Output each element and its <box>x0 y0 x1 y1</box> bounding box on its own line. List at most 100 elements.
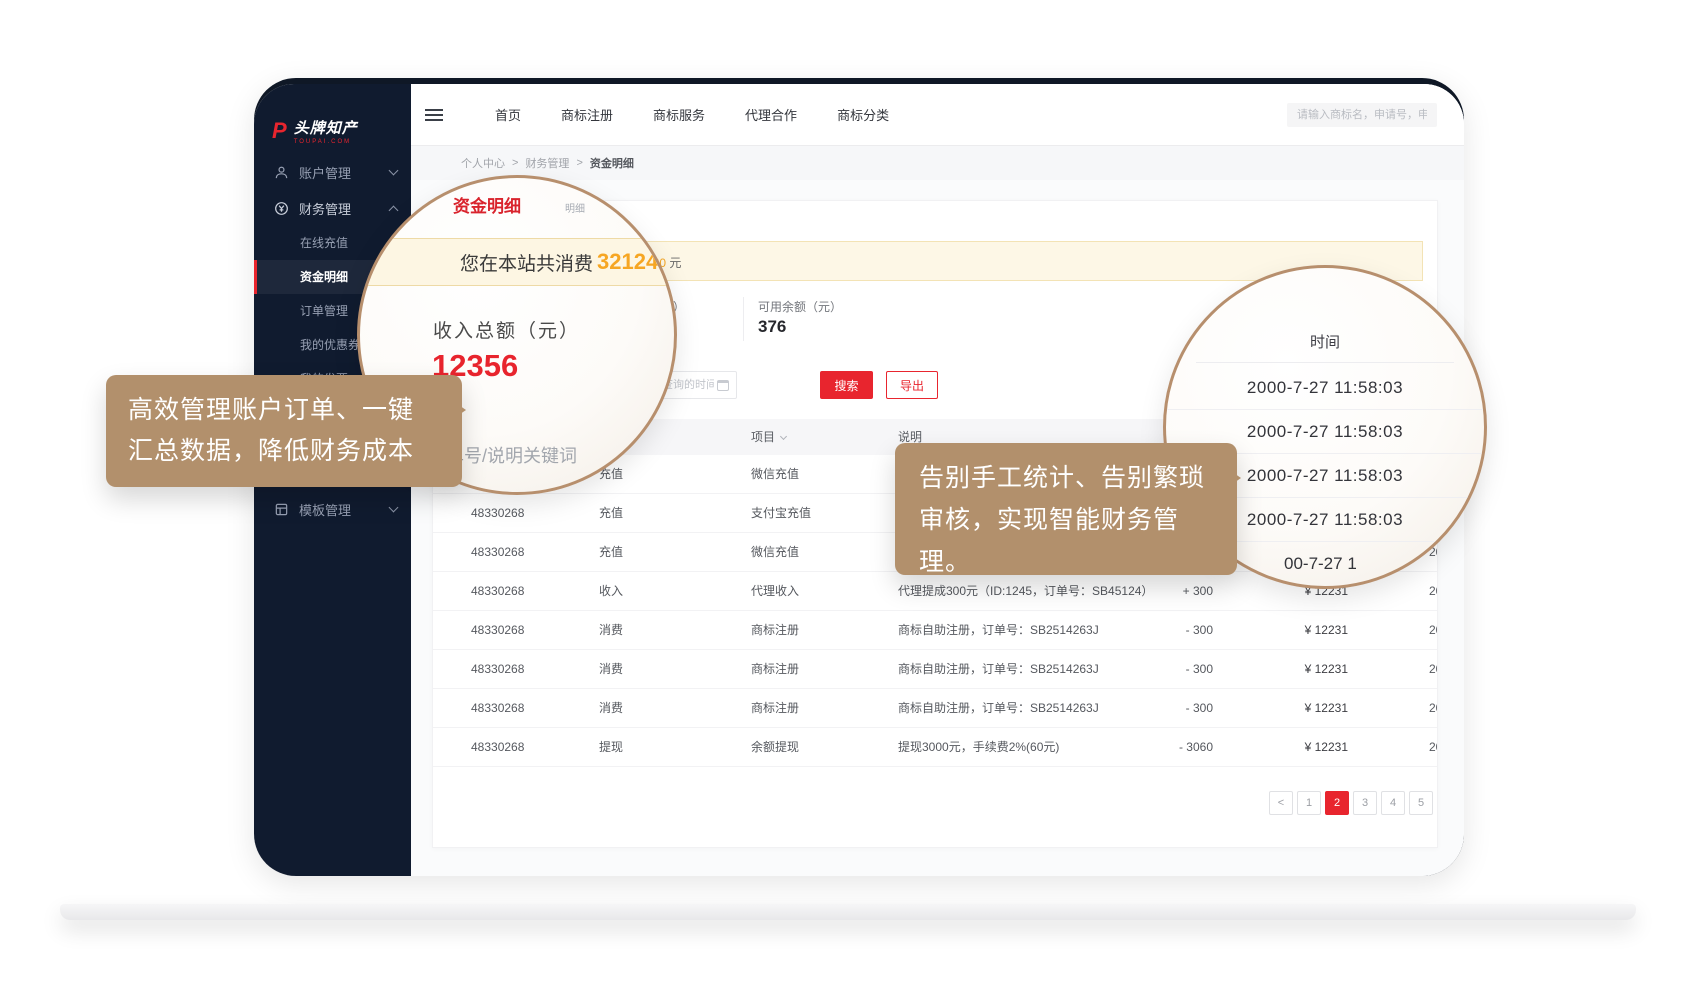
pagination-next-button[interactable]: > <box>1437 791 1438 815</box>
cell-desc: 商标自助注册，订单号：SB2514263J <box>898 611 1099 650</box>
cell-type: 收入 <box>599 572 623 611</box>
cell-time: 2000-7-27 11:58:03 <box>1429 689 1438 728</box>
calendar-icon <box>717 380 729 391</box>
nav-tab-agency[interactable]: 代理合作 <box>745 105 797 124</box>
table-row[interactable]: 48330268 消费 商标注册 商标自助注册，订单号：SB2514263J -… <box>433 689 1437 728</box>
callout-line: 理。 <box>919 541 1213 583</box>
magnified-tab-label: 资金明细 <box>453 192 521 217</box>
cell-type: 充值 <box>599 494 623 533</box>
column-header-project[interactable]: 项目 <box>751 419 786 455</box>
cell-project: 商标注册 <box>751 611 799 650</box>
nav-tab-trademark-category[interactable]: 商标分类 <box>837 105 889 124</box>
user-icon <box>274 165 289 180</box>
export-button[interactable]: 导出 <box>886 371 938 399</box>
table-row[interactable]: 48330268 消费 商标注册 商标自助注册，订单号：SB2514263J -… <box>433 650 1437 689</box>
chevron-down-icon <box>389 503 399 513</box>
cell-balance: ¥ 12231 <box>1258 611 1348 650</box>
pagination-page-3[interactable]: 3 <box>1353 791 1377 815</box>
callout-line: 汇总数据，降低财务成本 <box>128 431 440 472</box>
sidebar-item-account[interactable]: 账户管理 <box>254 154 411 190</box>
magnified-tab-fragment: 明细 <box>565 200 585 215</box>
cell-time: 2000-7-27 11:58:03 <box>1429 572 1438 611</box>
cell-order: 48330268 <box>471 533 524 572</box>
pagination: < 1 2 3 4 5 > <box>1269 791 1438 815</box>
pagination-page-2-active[interactable]: 2 <box>1325 791 1349 815</box>
pagination-page-5[interactable]: 5 <box>1409 791 1433 815</box>
callout-right: 告别手工统计、告别繁琐 审核，实现智能财务管 理。 <box>895 443 1237 575</box>
cell-time: 2000-7-27 11:58:03 <box>1429 650 1438 689</box>
cell-project: 微信充值 <box>751 455 799 494</box>
breadcrumb: 个人中心 > 财务管理 > 资金明细 <box>411 146 1464 180</box>
cell-type: 消费 <box>599 650 623 689</box>
magnified-income-label: 收入总额（元） <box>433 316 580 343</box>
cell-project: 商标注册 <box>751 689 799 728</box>
cell-type: 消费 <box>599 611 623 650</box>
finance-icon <box>274 201 289 216</box>
callout-line: 高效管理账户订单、一键 <box>128 390 440 431</box>
logo: P 头牌知产 TOUPAI.COM <box>254 84 411 154</box>
top-navbar: 首页 商标注册 商标服务 代理合作 商标分类 <box>411 84 1464 146</box>
cell-desc: 提现3000元，手续费2%(60元) <box>898 728 1059 767</box>
cell-desc: 商标自助注册，订单号：SB2514263J <box>898 689 1099 728</box>
nav-tab-trademark-register[interactable]: 商标注册 <box>561 105 613 124</box>
cell-type: 消费 <box>599 689 623 728</box>
available-balance-value: 376 <box>758 317 786 337</box>
table-row[interactable]: 48330268 提现 余额提现 提现3000元，手续费2%(60元) - 30… <box>433 728 1437 767</box>
magnified-time-header: 时间 <box>1166 324 1484 362</box>
breadcrumb-item-current: 资金明细 <box>590 155 634 171</box>
template-icon <box>274 502 289 517</box>
cell-order: 48330268 <box>471 611 524 650</box>
search-button[interactable]: 搜索 <box>820 371 873 399</box>
trademark-search-input[interactable] <box>1287 103 1437 127</box>
sidebar-item-finance[interactable]: 财务管理 <box>254 190 411 226</box>
cell-order: 48330268 <box>471 689 524 728</box>
chevron-down-icon <box>389 166 399 176</box>
cell-project: 余额提现 <box>751 728 799 767</box>
cell-time: 2000-7-27 11:58:03 <box>1429 728 1438 767</box>
sidebar-item-label: 模板管理 <box>299 500 351 519</box>
cell-project: 商标注册 <box>751 650 799 689</box>
cell-order: 48330268 <box>471 494 524 533</box>
cell-project: 微信充值 <box>751 533 799 572</box>
nav-tabs: 首页 商标注册 商标服务 代理合作 商标分类 <box>495 105 889 124</box>
pagination-page-1[interactable]: 1 <box>1297 791 1321 815</box>
cell-balance: ¥ 12231 <box>1258 689 1348 728</box>
sort-caret-icon <box>780 433 787 440</box>
magnified-banner: 您在本站共消费 32124 大 <box>357 238 677 286</box>
cell-project: 支付宝充值 <box>751 494 811 533</box>
logo-icon: P <box>272 118 287 144</box>
nav-tab-trademark-service[interactable]: 商标服务 <box>653 105 705 124</box>
cell-amount: - 300 <box>1123 611 1213 650</box>
magnified-banner-value: 32124 <box>597 249 658 275</box>
cell-project: 代理收入 <box>751 572 799 611</box>
cell-amount: - 300 <box>1123 650 1213 689</box>
sidebar-item-label: 财务管理 <box>299 199 351 218</box>
cell-order: 48330268 <box>471 650 524 689</box>
breadcrumb-item[interactable]: 个人中心 <box>461 155 505 171</box>
magnified-banner-prefix: 您在本站共消费 <box>460 249 593 276</box>
nav-tab-home[interactable]: 首页 <box>495 105 521 124</box>
cell-balance: ¥ 12231 <box>1258 728 1348 767</box>
cell-amount: - 3060 <box>1123 728 1213 767</box>
menu-icon[interactable] <box>425 106 443 124</box>
callout-left: 高效管理账户订单、一键 汇总数据，降低财务成本 <box>106 375 462 487</box>
magnified-time-row-partial: 00-7-27 1 <box>1284 544 1357 584</box>
cell-balance: ¥ 12231 <box>1258 650 1348 689</box>
table-row[interactable]: 48330268 消费 商标注册 商标自助注册，订单号：SB2514263J -… <box>433 611 1437 650</box>
cell-amount: - 300 <box>1123 689 1213 728</box>
cell-time: 2000-7-27 11:58:03 <box>1429 611 1438 650</box>
pagination-page-4[interactable]: 4 <box>1381 791 1405 815</box>
divider <box>1196 362 1454 363</box>
available-balance-label: 可用余额（元） <box>758 298 842 315</box>
chevron-up-icon <box>389 205 399 215</box>
breadcrumb-separator: > <box>512 157 518 169</box>
laptop-base <box>60 904 1636 920</box>
sidebar-item-label: 账户管理 <box>299 163 351 182</box>
breadcrumb-item[interactable]: 财务管理 <box>525 155 569 171</box>
sidebar-item-template[interactable]: 模板管理 <box>254 491 411 527</box>
cell-desc: 商标自助注册，订单号：SB2514263J <box>898 650 1099 689</box>
breadcrumb-separator: > <box>576 157 582 169</box>
cell-order: 48330268 <box>471 728 524 767</box>
callout-line: 审核，实现智能财务管 <box>919 499 1213 541</box>
pagination-prev-button[interactable]: < <box>1269 791 1293 815</box>
